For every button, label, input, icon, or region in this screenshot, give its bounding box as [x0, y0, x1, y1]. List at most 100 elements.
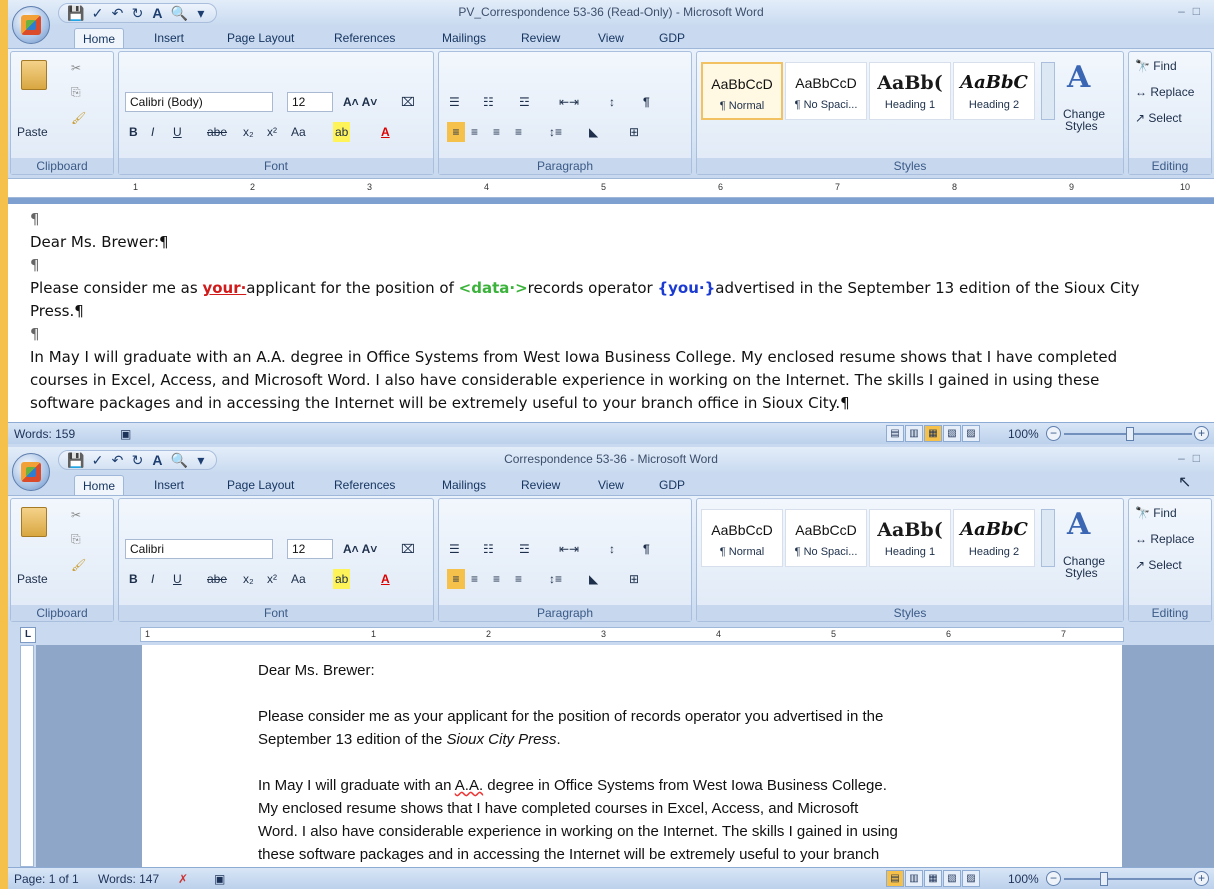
numbering-icon[interactable]: ☷	[483, 539, 494, 559]
change-case-button[interactable]: Aa	[291, 122, 306, 142]
underline-button[interactable]: U	[173, 122, 182, 142]
align-center-icon[interactable]: ≡	[471, 569, 478, 589]
align-right-icon[interactable]: ≡	[493, 569, 500, 589]
styles-scroll[interactable]	[1041, 509, 1055, 567]
cut-icon[interactable]: ✂	[71, 58, 81, 78]
shading-icon[interactable]: ◣	[589, 569, 598, 589]
change-case-button[interactable]: Aa	[291, 569, 306, 589]
page-count[interactable]: Page: 1 of 1	[14, 868, 79, 889]
change-styles-line2[interactable]: Styles	[1065, 120, 1098, 140]
tab-mailings[interactable]: Mailings	[434, 28, 494, 48]
zoom-out-icon[interactable]: −	[1046, 426, 1061, 441]
select-button[interactable]: ↗ Select	[1135, 555, 1182, 575]
bullets-icon[interactable]: ☰	[449, 539, 460, 559]
tab-review[interactable]: Review	[513, 28, 568, 48]
paste-icon[interactable]	[21, 507, 47, 537]
italic-button[interactable]: I	[151, 569, 154, 589]
highlight-icon[interactable]: ab	[333, 569, 351, 589]
view-buttons[interactable]: ▤ ▥ ▦ ▧ ▨	[886, 870, 980, 887]
view-buttons[interactable]: ▤ ▥ ▦ ▧ ▨	[886, 425, 980, 442]
office-button[interactable]	[12, 453, 50, 491]
zoom-slider[interactable]	[1064, 878, 1192, 880]
clear-formatting-icon[interactable]: ⌧	[401, 92, 415, 112]
draft-document[interactable]: ¶ Dear Ms. Brewer:¶ ¶ Please consider me…	[8, 204, 1214, 422]
zoom-level[interactable]: 100%	[1008, 868, 1039, 889]
numbering-icon[interactable]: ☷	[483, 92, 494, 112]
tab-mailings[interactable]: Mailings	[434, 475, 494, 495]
zoom-in-icon[interactable]: +	[1194, 426, 1209, 441]
strikethrough-button[interactable]: abe	[207, 569, 227, 589]
sort-icon[interactable]: ↕	[609, 539, 615, 559]
grow-font-icon[interactable]: A˄ A˅	[343, 539, 377, 559]
align-left-icon[interactable]: ≡	[447, 122, 465, 142]
proofing-icon[interactable]: ✗	[178, 868, 188, 889]
format-painter-icon[interactable]: 🖌	[71, 108, 86, 128]
show-formatting-icon[interactable]: ¶	[643, 92, 650, 112]
indent-icon[interactable]: ⇤⇥	[559, 92, 579, 112]
grow-font-icon[interactable]: A˄ A˅	[343, 92, 377, 112]
replace-button[interactable]: ↔ Replace	[1135, 529, 1194, 549]
justify-icon[interactable]: ≡	[515, 569, 522, 589]
find-button[interactable]: 🔭 Find	[1135, 56, 1177, 76]
window-controls[interactable]: –□	[1178, 4, 1208, 18]
document-page[interactable]: Dear Ms. Brewer: Please consider me as y…	[142, 645, 1122, 867]
line-spacing-icon[interactable]: ↕≡	[549, 122, 562, 142]
indent-icon[interactable]: ⇤⇥	[559, 539, 579, 559]
style-normal[interactable]: AaBbCcD ¶ Normal	[701, 509, 783, 567]
zoom-level[interactable]: 100%	[1008, 423, 1039, 445]
zoom-slider-thumb[interactable]	[1100, 872, 1108, 886]
tab-references[interactable]: References	[326, 475, 403, 495]
style-no-spacing[interactable]: AaBbCcD ¶ No Spaci...	[785, 62, 867, 120]
paste-button[interactable]: Paste	[17, 569, 48, 589]
bold-button[interactable]: B	[129, 122, 138, 142]
tab-page-layout[interactable]: Page Layout	[219, 475, 302, 495]
multilevel-icon[interactable]: ☲	[519, 92, 530, 112]
align-left-icon[interactable]: ≡	[447, 569, 465, 589]
paste-icon[interactable]	[21, 60, 47, 90]
word-count[interactable]: Words: 159	[14, 423, 75, 445]
window-controls[interactable]: –□	[1178, 451, 1208, 465]
shading-icon[interactable]: ◣	[589, 122, 598, 142]
tab-gdp[interactable]: GDP	[651, 475, 693, 495]
subscript-button[interactable]: x₂	[243, 569, 254, 589]
style-normal[interactable]: AaBbCcD ¶ Normal	[701, 62, 783, 120]
font-color-icon[interactable]: A	[381, 569, 390, 589]
font-size-box[interactable]: 12	[287, 92, 333, 112]
change-styles-line2[interactable]: Styles	[1065, 567, 1098, 587]
tab-insert[interactable]: Insert	[146, 28, 192, 48]
style-heading-2[interactable]: AaBbC Heading 2	[953, 62, 1035, 120]
horizontal-ruler[interactable]: 1 2 3 4 5 6 7 8 9 10	[8, 178, 1214, 198]
clear-formatting-icon[interactable]: ⌧	[401, 539, 415, 559]
font-name-box[interactable]: Calibri (Body)	[125, 92, 273, 112]
zoom-in-icon[interactable]: +	[1194, 871, 1209, 886]
word-count[interactable]: Words: 147	[98, 868, 159, 889]
superscript-button[interactable]: x²	[267, 569, 277, 589]
zoom-out-icon[interactable]: −	[1046, 871, 1061, 886]
tab-home[interactable]: Home	[74, 475, 125, 495]
paste-button[interactable]: Paste	[17, 122, 48, 142]
style-heading-1[interactable]: AaBb(Heading 1	[869, 509, 951, 567]
select-button[interactable]: ↗ Select	[1135, 108, 1182, 128]
align-right-icon[interactable]: ≡	[493, 122, 500, 142]
superscript-button[interactable]: x²	[267, 122, 277, 142]
style-heading-2[interactable]: AaBbC Heading 2	[953, 509, 1035, 567]
tab-view[interactable]: View	[590, 28, 632, 48]
tab-gdp[interactable]: GDP	[651, 28, 693, 48]
bullets-icon[interactable]: ☰	[449, 92, 460, 112]
subscript-button[interactable]: x₂	[243, 122, 254, 142]
font-size-box[interactable]: 12	[287, 539, 333, 559]
style-no-spacing[interactable]: AaBbCcD ¶ No Spaci...	[785, 509, 867, 567]
align-center-icon[interactable]: ≡	[471, 122, 478, 142]
tab-references[interactable]: References	[326, 28, 403, 48]
tab-review[interactable]: Review	[513, 475, 568, 495]
vertical-ruler[interactable]	[20, 645, 34, 867]
justify-icon[interactable]: ≡	[515, 122, 522, 142]
find-button[interactable]: 🔭 Find	[1135, 503, 1177, 523]
cut-icon[interactable]: ✂	[71, 505, 81, 525]
zoom-slider-thumb[interactable]	[1126, 427, 1134, 441]
font-color-icon[interactable]: A	[381, 122, 390, 142]
borders-icon[interactable]: ⊞	[629, 122, 639, 142]
copy-icon[interactable]: ⎘	[71, 82, 81, 102]
change-styles-icon[interactable]: A	[1067, 60, 1090, 95]
tab-view[interactable]: View	[590, 475, 632, 495]
